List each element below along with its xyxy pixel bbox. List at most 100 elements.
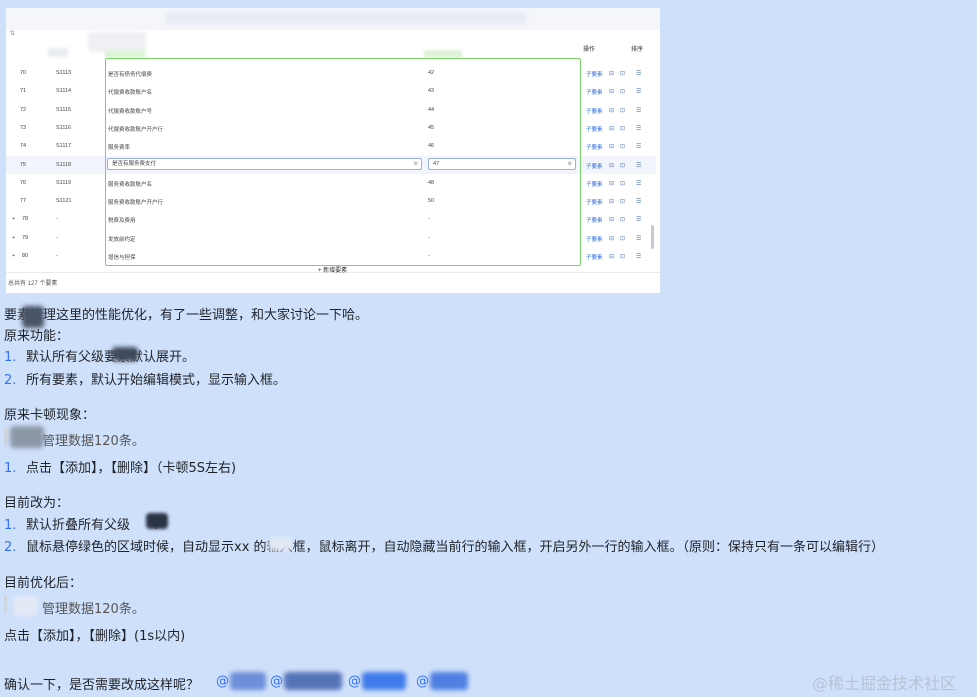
expand-toggle[interactable]: + bbox=[12, 216, 15, 222]
collapse-icon[interactable]: ⊟ bbox=[609, 70, 614, 77]
row-code: S1114 bbox=[56, 88, 72, 95]
row-name: 代偿费收款账户号 bbox=[108, 108, 153, 115]
clear-icon[interactable]: ⊗ bbox=[413, 159, 418, 169]
sub-element-link[interactable]: 子要素 bbox=[586, 125, 603, 133]
sub-element-link[interactable]: 子要素 bbox=[586, 107, 603, 115]
edit-icon[interactable]: ⊡ bbox=[620, 70, 625, 77]
row-name: 发放前约定 bbox=[108, 236, 136, 243]
edit-icon[interactable]: ⊡ bbox=[620, 88, 625, 95]
collapse-icon[interactable]: ⊟ bbox=[609, 180, 614, 187]
collapse-icon[interactable]: ⊟ bbox=[609, 198, 614, 205]
row-code: S1113 bbox=[56, 70, 72, 76]
collapse-icon[interactable]: ⊟ bbox=[609, 107, 614, 114]
row-code: - bbox=[56, 234, 58, 241]
clear-icon[interactable]: ⊗ bbox=[567, 159, 572, 169]
row-name: 服务费收款账户开户行 bbox=[108, 200, 164, 207]
sub-element-link[interactable]: 子要素 bbox=[586, 235, 603, 243]
table-row[interactable]: +79 - 发放前约定 - 子要素 ⊟ ⊡ ☰ bbox=[6, 229, 656, 247]
edit-icon[interactable]: ⊡ bbox=[620, 162, 625, 169]
list-item: 1. 点击【添加】，【删除】（卡顿5S左右) bbox=[4, 461, 237, 476]
drag-handle-icon[interactable]: ☰ bbox=[636, 107, 641, 114]
sub-element-link[interactable]: 子要素 bbox=[586, 253, 603, 261]
row-name: 增信与担保 bbox=[108, 255, 136, 261]
redacted-area bbox=[146, 513, 168, 529]
table-row[interactable]: +78 - 税费及费用 - 子要素 ⊟ ⊡ ☰ bbox=[6, 210, 656, 228]
list-item: 2. 鼠标悬停绿色的区域时候，自动显示xx 的输入框，鼠标离开，自动隐藏当前行的输… bbox=[4, 540, 885, 555]
edit-icon[interactable]: ⊡ bbox=[620, 216, 625, 223]
embedded-screenshot: ⇅ 操作 排序 70 S1113 是否有债务代偿费 42 子要素 ⊟ ⊡ ☰ 71 S1114 代偿… bbox=[6, 8, 660, 293]
header-sort: 排序 bbox=[631, 47, 644, 53]
table-row[interactable]: 76 S1119 服务费收款账户名 48 子要素 ⊟ ⊡ ☰ bbox=[6, 174, 656, 192]
row-index: 73 bbox=[20, 124, 27, 131]
row-name: 代偿费收款账户开户行 bbox=[108, 126, 164, 133]
drag-handle-icon[interactable]: ☰ bbox=[636, 70, 641, 77]
sub-element-link[interactable]: 子要素 bbox=[586, 162, 603, 170]
table-row[interactable]: 70 S1113 是否有债务代偿费 42 子要素 ⊟ ⊡ ☰ bbox=[6, 64, 656, 82]
drag-handle-icon[interactable]: ☰ bbox=[636, 198, 641, 205]
table-scrollbar[interactable] bbox=[651, 225, 654, 249]
drag-handle-icon[interactable]: ☰ bbox=[636, 125, 641, 132]
sub-element-link[interactable]: 子要素 bbox=[586, 216, 603, 224]
sub-element-link[interactable]: 子要素 bbox=[586, 143, 603, 151]
add-element-link[interactable]: + 新增要素 bbox=[318, 265, 347, 274]
name-input-value: 是否有服务费支付 bbox=[112, 160, 157, 167]
name-input[interactable]: 是否有服务费支付 ⊗ bbox=[107, 157, 422, 170]
drag-handle-icon[interactable]: ☰ bbox=[636, 162, 641, 169]
edit-icon[interactable]: ⊡ bbox=[620, 180, 625, 187]
collapse-icon[interactable]: ⊟ bbox=[609, 125, 614, 132]
row-name: 税费及费用 bbox=[108, 218, 136, 225]
edit-icon[interactable]: ⊡ bbox=[620, 235, 625, 242]
drag-handle-icon[interactable]: ☰ bbox=[636, 235, 641, 242]
drag-handle-icon[interactable]: ☰ bbox=[636, 180, 641, 187]
edit-icon[interactable]: ⊡ bbox=[620, 107, 625, 114]
expand-toggle[interactable]: + bbox=[12, 253, 15, 259]
drag-handle-icon[interactable]: ☰ bbox=[636, 143, 641, 150]
drag-handle-icon[interactable]: ☰ bbox=[636, 88, 641, 95]
table-row[interactable]: 73 S1116 代偿费收款账户开户行 45 子要素 ⊟ ⊡ ☰ bbox=[6, 119, 656, 137]
row-sequence: - bbox=[428, 216, 430, 223]
table-row[interactable]: 77 S1121 服务费收款账户开户行 50 子要素 ⊟ ⊡ ☰ bbox=[6, 192, 656, 210]
table-row[interactable]: 72 S1115 代偿费收款账户号 44 子要素 ⊟ ⊡ ☰ bbox=[6, 101, 656, 119]
collapse-icon[interactable]: ⊟ bbox=[609, 235, 614, 242]
row-index: 74 bbox=[20, 143, 27, 150]
row-index: 72 bbox=[20, 106, 27, 113]
sub-element-link[interactable]: 子要素 bbox=[586, 88, 603, 96]
sequence-input[interactable]: 47 ⊗ bbox=[428, 157, 576, 170]
table-row[interactable]: 74 S1117 服务费率 46 子要素 ⊟ ⊡ ☰ bbox=[6, 137, 656, 155]
collapse-icon[interactable]: ⊟ bbox=[609, 88, 614, 95]
edit-icon[interactable]: ⊡ bbox=[620, 143, 625, 150]
collapse-icon[interactable]: ⊟ bbox=[609, 143, 614, 150]
edit-icon[interactable]: ⊡ bbox=[620, 125, 625, 132]
row-sequence: 48 bbox=[428, 179, 435, 186]
table-row[interactable]: +80 - 增信与担保 - 子要素 ⊟ ⊡ ☰ bbox=[6, 247, 656, 265]
redacted-area bbox=[268, 537, 292, 551]
row-index: 78 bbox=[22, 216, 29, 223]
collapse-icon[interactable]: ⊟ bbox=[609, 216, 614, 223]
lag-title: 原来卡顿现象： bbox=[4, 408, 96, 423]
drag-handle-icon[interactable]: ☰ bbox=[636, 253, 641, 260]
collapse-icon[interactable]: ⊟ bbox=[609, 253, 614, 260]
drag-handle-icon[interactable]: ☰ bbox=[636, 216, 641, 223]
lag-quote: 管理数据120条。 bbox=[42, 434, 145, 449]
mention[interactable]: @ bbox=[348, 674, 361, 689]
row-name: 代偿费收款账户名 bbox=[108, 90, 153, 97]
sub-element-link[interactable]: 子要素 bbox=[586, 70, 603, 78]
collapse-icon[interactable]: ⊟ bbox=[609, 162, 614, 169]
row-sequence: - bbox=[428, 234, 430, 241]
table-row[interactable]: 71 S1114 代偿费收款账户名 43 子要素 ⊟ ⊡ ☰ bbox=[6, 82, 656, 100]
expand-toggle[interactable]: + bbox=[12, 235, 15, 241]
sub-element-link[interactable]: 子要素 bbox=[586, 180, 603, 188]
sub-element-link[interactable]: 子要素 bbox=[586, 198, 603, 206]
table-row[interactable]: 75 S1118 是否有服务费支付 ⊗ 47 ⊗ 子要素 ⊟ ⊡ ☰ bbox=[6, 155, 656, 174]
row-name: 服务费收款账户名 bbox=[108, 181, 153, 188]
row-code: S1119 bbox=[56, 179, 72, 186]
mention[interactable]: @ bbox=[270, 674, 283, 689]
row-index: 79 bbox=[22, 234, 29, 241]
redacted-area bbox=[112, 347, 138, 361]
mention[interactable]: @ bbox=[216, 674, 229, 689]
redacted-mention bbox=[362, 672, 406, 690]
edit-icon[interactable]: ⊡ bbox=[620, 198, 625, 205]
header-operation: 操作 bbox=[583, 47, 596, 53]
mention[interactable]: @ bbox=[416, 674, 429, 689]
edit-icon[interactable]: ⊡ bbox=[620, 253, 625, 260]
